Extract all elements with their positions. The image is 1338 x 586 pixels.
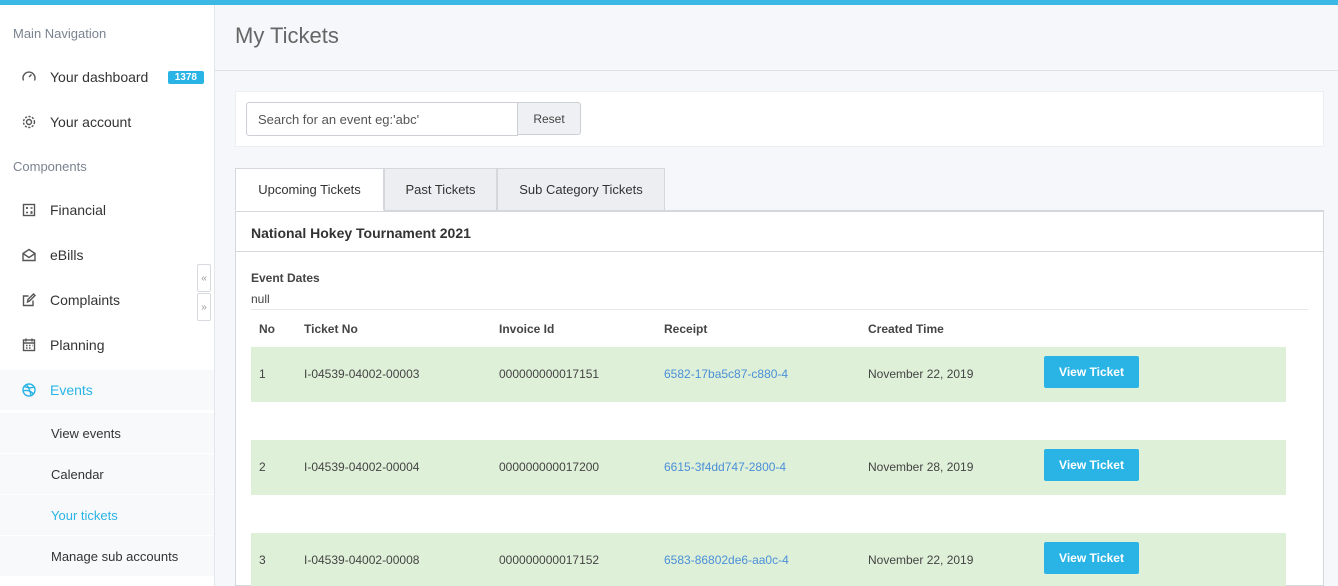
table-row: 1 I-04539-04002-00003 000000000017151 65… (251, 347, 1286, 402)
receipt-link[interactable]: 6583-86802de6-aa0c-4 (664, 553, 789, 567)
event-dates-label: Event Dates (251, 271, 320, 285)
invoice-id: 000000000017152 (499, 553, 600, 567)
column-header-no: No (259, 322, 275, 336)
scroll-down-button[interactable]: » (197, 293, 211, 321)
receipt-link[interactable]: 6582-17ba5c87-c880-4 (664, 367, 788, 381)
view-ticket-button[interactable]: View Ticket (1044, 356, 1139, 388)
speedometer-icon (20, 68, 38, 86)
sidebar-subitem-view-events[interactable]: View events (0, 413, 214, 453)
table-row: 2 I-04539-04002-00004 000000000017200 66… (251, 440, 1286, 495)
sidebar-subitem-your-tickets[interactable]: Your tickets (0, 495, 214, 535)
sidebar-item-complaints[interactable]: Complaints (0, 280, 214, 320)
sidebar-item-ebills[interactable]: eBills (0, 235, 214, 275)
calculator-icon (20, 201, 38, 219)
tab-past-tickets[interactable]: Past Tickets (384, 168, 497, 211)
reset-button[interactable]: Reset (517, 102, 581, 135)
view-ticket-button[interactable]: View Ticket (1044, 542, 1139, 574)
gear-icon (20, 113, 38, 131)
sidebar-item-label: Planning (50, 337, 105, 353)
column-header-receipt: Receipt (664, 322, 708, 336)
table-row: 3 I-04539-04002-00008 000000000017152 65… (251, 533, 1286, 586)
search-input[interactable] (246, 102, 518, 136)
calendar-icon (20, 336, 38, 354)
page-title: My Tickets (235, 23, 339, 48)
sidebar: Main Navigation Your dashboard 1378 Your… (0, 5, 215, 586)
sidebar-item-account[interactable]: Your account (0, 102, 214, 142)
event-card: National Hokey Tournament 2021 Event Dat… (235, 210, 1324, 586)
sidebar-item-financial[interactable]: Financial (0, 190, 214, 230)
search-panel: Reset (235, 91, 1324, 147)
sidebar-item-label: eBills (50, 247, 84, 263)
sidebar-subitem-manage-sub-accounts[interactable]: Manage sub accounts (0, 536, 214, 576)
sidebar-item-events[interactable]: Events (0, 370, 214, 410)
event-dates-value: null (251, 292, 270, 306)
invoice-id: 000000000017200 (499, 460, 600, 474)
tab-upcoming-tickets[interactable]: Upcoming Tickets (235, 168, 384, 211)
row-no: 3 (259, 553, 266, 567)
divider (251, 309, 1308, 310)
column-header-created-time: Created Time (868, 322, 944, 336)
event-title: National Hokey Tournament 2021 (251, 225, 471, 241)
envelope-icon (20, 246, 38, 264)
sidebar-item-label: Financial (50, 202, 107, 218)
sidebar-item-planning[interactable]: Planning (0, 325, 214, 365)
sidebar-item-label: Your account (50, 114, 132, 130)
receipt-link[interactable]: 6615-3f4dd747-2800-4 (664, 460, 786, 474)
main-navigation-label: Main Navigation (13, 26, 107, 41)
column-header-invoice-id: Invoice Id (499, 322, 555, 336)
ticket-no: I-04539-04002-00004 (304, 460, 420, 474)
created-time: November 28, 2019 (868, 460, 974, 474)
sidebar-item-label: Complaints (50, 292, 121, 308)
ticket-no: I-04539-04002-00003 (304, 367, 420, 381)
sidebar-item-label: Events (50, 382, 93, 398)
sidebar-subitem-calendar[interactable]: Calendar (0, 454, 214, 494)
created-time: November 22, 2019 (868, 553, 974, 567)
view-ticket-button[interactable]: View Ticket (1044, 449, 1139, 481)
row-no: 1 (259, 367, 266, 381)
components-label: Components (13, 159, 87, 174)
page-header: My Tickets (215, 5, 1338, 71)
sidebar-item-dashboard[interactable]: Your dashboard 1378 (0, 57, 214, 97)
edit-icon (20, 291, 38, 309)
dribbble-icon (20, 381, 38, 399)
column-header-ticket-no: Ticket No (304, 322, 358, 336)
dashboard-count-badge: 1378 (167, 71, 204, 84)
row-no: 2 (259, 460, 266, 474)
sidebar-item-label: Your dashboard (50, 69, 149, 85)
tab-sub-category-tickets[interactable]: Sub Category Tickets (497, 168, 665, 211)
divider (236, 251, 1323, 252)
created-time: November 22, 2019 (868, 367, 974, 381)
invoice-id: 000000000017151 (499, 367, 600, 381)
ticket-no: I-04539-04002-00008 (304, 553, 420, 567)
scroll-up-button[interactable]: « (197, 264, 211, 292)
